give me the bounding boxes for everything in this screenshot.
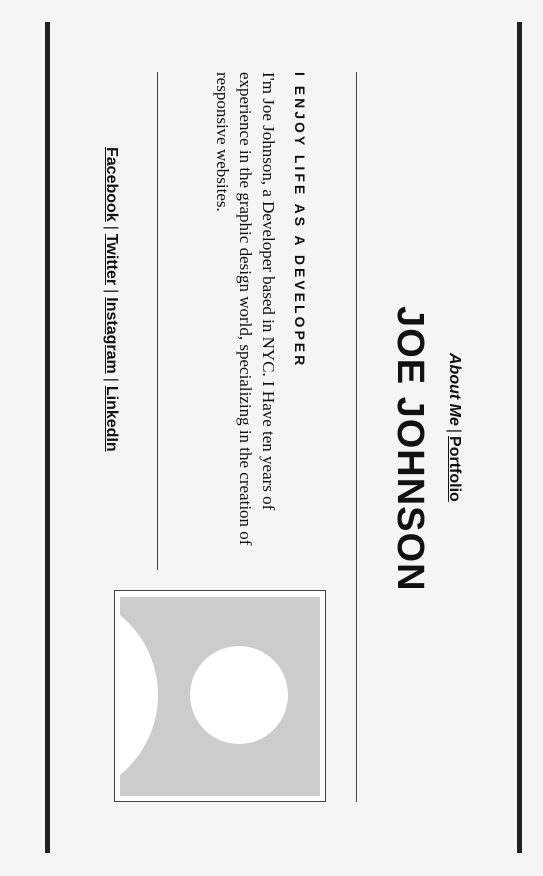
- page-title: JOE JOHNSON: [389, 306, 431, 592]
- profile-photo-frame: [114, 590, 326, 802]
- twitter-link[interactable]: Twitter: [103, 234, 120, 285]
- instagram-link[interactable]: Instagram: [103, 297, 120, 373]
- linkedin-link[interactable]: LinkedIn: [103, 386, 120, 452]
- top-nav: About Me | Portfolio: [445, 353, 463, 533]
- nav-portfolio-link[interactable]: Portfolio: [446, 436, 463, 502]
- page: About Me | Portfolio JOE JOHNSON I ENJOY L…: [0, 0, 543, 876]
- nav-separator: |: [446, 428, 463, 434]
- nav-about-me[interactable]: About Me: [446, 353, 463, 426]
- divider-top: [356, 72, 357, 802]
- avatar: [120, 597, 320, 796]
- facebook-link[interactable]: Facebook: [103, 147, 120, 222]
- social-separator: |: [103, 289, 120, 294]
- avatar-placeholder-icon: [120, 597, 288, 796]
- intro-bio: I'm Joe Johnson, a Developer based in NY…: [213, 72, 278, 546]
- divider-bottom: [157, 72, 158, 570]
- social-separator: |: [103, 377, 120, 382]
- social-separator: |: [103, 225, 120, 230]
- content-stage: About Me | Portfolio JOE JOHNSON I ENJOY L…: [0, 0, 543, 876]
- intro-heading: I ENJOY LIFE AS A DEVELOPER: [292, 72, 308, 369]
- social-links: Facebook | Twitter | Instagram | LinkedIn: [102, 147, 120, 452]
